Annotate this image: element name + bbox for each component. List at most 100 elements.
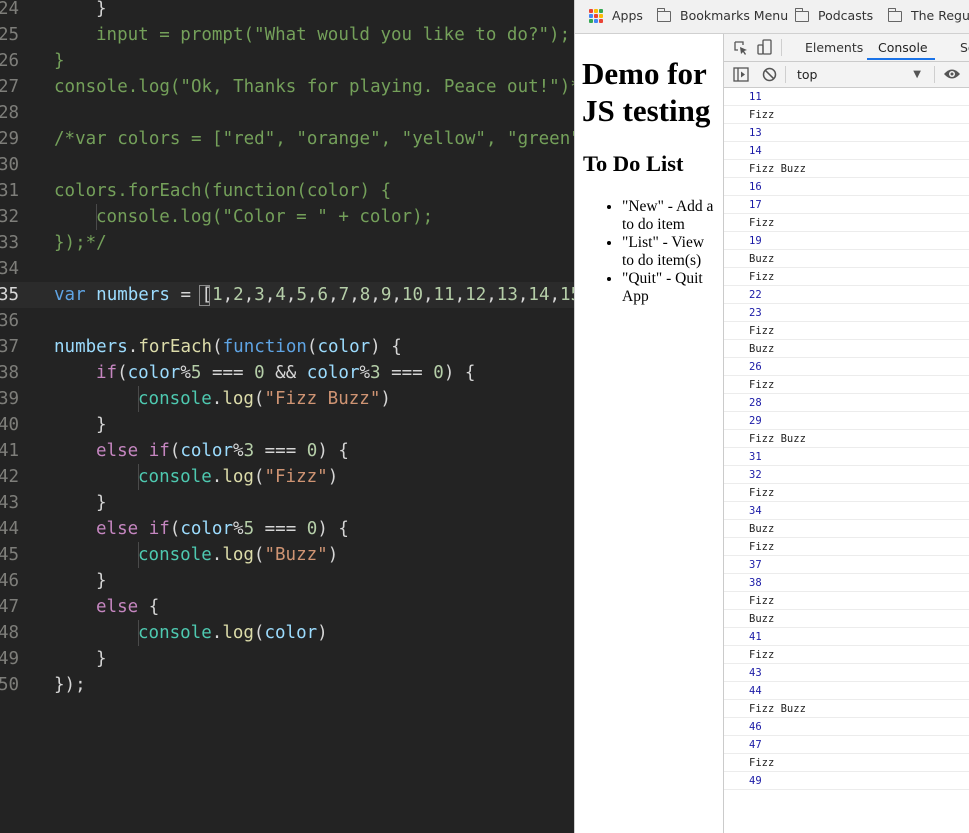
code-token: } bbox=[96, 415, 107, 435]
code-token: color bbox=[127, 363, 181, 383]
code-line[interactable]: 28 bbox=[0, 100, 574, 126]
code-line[interactable]: 31 colors.forEach(function(color) { bbox=[0, 178, 574, 204]
code-token: % bbox=[233, 519, 244, 539]
bookmark-the-regula[interactable]: The Regula bbox=[887, 7, 969, 24]
code-line[interactable]: 50}); bbox=[0, 672, 574, 698]
console-output[interactable]: 11 Fizz 13 14 Fizz Buzz 16 17 Fizz 19 Buzz Fizz 22 2… bbox=[724, 88, 969, 833]
bookmarks-bar: Apps Bookmarks Menu Podcasts The Regula bbox=[575, 0, 969, 34]
context-selector[interactable]: top ▼ bbox=[792, 66, 925, 83]
code-line[interactable]: 36 bbox=[0, 308, 574, 334]
console-message: 23 bbox=[724, 304, 969, 322]
code-line[interactable]: 27 console.log("Ok, Thanks for playing. P… bbox=[0, 74, 574, 100]
code-line[interactable]: 24} bbox=[0, 0, 574, 22]
code-token: , bbox=[486, 285, 497, 305]
eye-icon[interactable] bbox=[943, 68, 961, 80]
line-number: 31 bbox=[0, 181, 20, 201]
code-token: numbers bbox=[96, 285, 170, 305]
code-line[interactable]: 35 var numbers = [1,2,3,4,5,6,7,8,9,10,11… bbox=[0, 282, 574, 308]
code-text: console.log(color) bbox=[138, 620, 328, 646]
code-line[interactable]: 49} bbox=[0, 646, 574, 672]
code-editor[interactable]: 24} 25 input = prompt("What would you like… bbox=[0, 0, 574, 833]
code-token: log bbox=[222, 389, 254, 409]
code-token: color bbox=[306, 363, 360, 383]
code-line[interactable]: 37 numbers.forEach(function(color) { bbox=[0, 334, 574, 360]
code-token: } bbox=[96, 493, 107, 513]
code-line[interactable]: 47 else { bbox=[0, 594, 574, 620]
code-token: , bbox=[517, 285, 529, 305]
line-number: 35 bbox=[0, 285, 20, 305]
code-text: }); bbox=[54, 672, 86, 698]
code-line[interactable]: 46} bbox=[0, 568, 574, 594]
line-number: 34 bbox=[0, 259, 20, 279]
code-line[interactable]: 45 console.log("Buzz") bbox=[0, 542, 574, 568]
code-token: "Buzz" bbox=[264, 545, 328, 565]
code-line[interactable]: 38 if(color%5 === 0 && color%3 === 0) { bbox=[0, 360, 574, 386]
tab-sources[interactable]: Sour bbox=[960, 40, 969, 56]
clear-console-icon[interactable] bbox=[762, 67, 777, 82]
page-heading: Demo for JS testing bbox=[582, 56, 711, 128]
inspect-element-icon[interactable] bbox=[733, 40, 749, 56]
bookmark-bookmarks-menu[interactable]: Bookmarks Menu bbox=[656, 7, 788, 24]
console-message: Fizz bbox=[724, 538, 969, 556]
code-line[interactable]: 40} bbox=[0, 412, 574, 438]
code-line[interactable]: 33});*/ bbox=[0, 230, 574, 256]
code-line[interactable]: 41 else if(color%3 === 0) { bbox=[0, 438, 574, 464]
code-token: if bbox=[96, 363, 118, 383]
code-token: 4 bbox=[275, 285, 286, 305]
code-token: 3 bbox=[370, 363, 381, 383]
sidebar-toggle-icon[interactable] bbox=[733, 67, 749, 82]
devtools-tab-bar: Elements Console Sour bbox=[724, 34, 969, 62]
line-number: 47 bbox=[0, 597, 20, 617]
code-token: input = prompt("What would you like to d… bbox=[96, 25, 571, 45]
code-line[interactable]: 39 console.log("Fizz Buzz") bbox=[0, 386, 574, 412]
code-line[interactable]: 44 else if(color%5 === 0) { bbox=[0, 516, 574, 542]
code-line[interactable]: 32 console.log("Color = " + color); bbox=[0, 204, 574, 230]
code-line[interactable]: 25 input = prompt("What would you like to… bbox=[0, 22, 574, 48]
line-number: 29 bbox=[0, 129, 20, 149]
code-token: 12 bbox=[465, 285, 487, 305]
tab-elements[interactable]: Elements bbox=[805, 40, 863, 56]
code-token: ( bbox=[253, 389, 265, 409]
line-number: 26 bbox=[0, 51, 20, 71]
code-text: });*/ bbox=[54, 230, 107, 256]
code-text: } bbox=[96, 490, 107, 516]
code-token: "Fizz Buzz" bbox=[264, 389, 381, 409]
tab-console[interactable]: Console bbox=[878, 40, 928, 56]
code-token: ) { bbox=[317, 519, 349, 539]
code-line[interactable]: 34 bbox=[0, 256, 574, 282]
bookmark-apps[interactable]: Apps bbox=[589, 8, 643, 24]
console-message: 32 bbox=[724, 466, 969, 484]
console-message: 34 bbox=[724, 502, 969, 520]
code-token: 7 bbox=[338, 285, 350, 305]
code-text: else if(color%3 === 0) { bbox=[96, 438, 349, 464]
folder-icon bbox=[887, 7, 902, 22]
console-message: Fizz bbox=[724, 376, 969, 394]
code-token: /*var colors = ["red", "orange", "yellow… bbox=[54, 129, 574, 149]
line-number: 25 bbox=[0, 25, 20, 45]
code-line[interactable]: 29 /*var colors = ["red", "orange", "yell… bbox=[0, 126, 574, 152]
line-number: 28 bbox=[0, 103, 20, 123]
code-token: ) bbox=[317, 623, 328, 643]
code-token: });*/ bbox=[54, 233, 107, 253]
bookmark-label: The Regula bbox=[911, 8, 969, 23]
code-token: 1 bbox=[212, 285, 223, 305]
code-token: }); bbox=[54, 675, 86, 695]
code-token: "Fizz" bbox=[264, 467, 328, 487]
code-line[interactable]: 43} bbox=[0, 490, 574, 516]
code-token: if bbox=[148, 519, 170, 539]
code-line[interactable]: 48 console.log(color) bbox=[0, 620, 574, 646]
code-token: ( bbox=[253, 467, 265, 487]
code-token: colors.forEach(function(color) { bbox=[54, 181, 392, 201]
code-line[interactable]: 30 bbox=[0, 152, 574, 178]
code-token: ( bbox=[253, 623, 265, 643]
code-token: 5 bbox=[296, 285, 307, 305]
console-message: 49 bbox=[724, 772, 969, 790]
code-line[interactable]: 42 console.log("Fizz") bbox=[0, 464, 574, 490]
code-line[interactable]: 26} bbox=[0, 48, 574, 74]
line-number: 36 bbox=[0, 311, 20, 331]
device-toolbar-icon[interactable] bbox=[757, 39, 773, 56]
console-message: 14 bbox=[724, 142, 969, 160]
bookmark-podcasts[interactable]: Podcasts bbox=[794, 7, 873, 24]
